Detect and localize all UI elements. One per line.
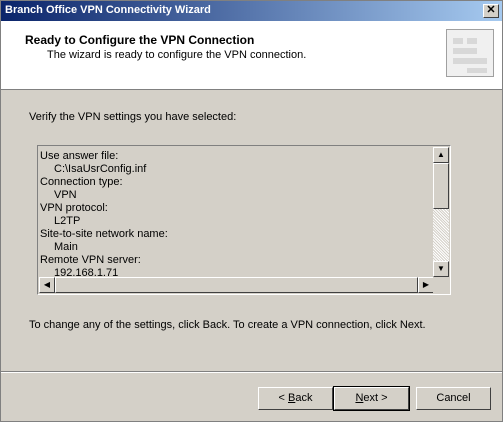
button-separator xyxy=(1,371,502,373)
scroll-left-icon[interactable]: ◀ xyxy=(39,277,55,293)
cancel-button[interactable]: Cancel xyxy=(416,387,491,410)
scroll-right-icon[interactable]: ▶ xyxy=(418,277,434,293)
hint-text: To change any of the settings, click Bac… xyxy=(29,319,426,331)
setting-line: Site-to-site network name: xyxy=(40,228,168,240)
wizard-window: Branch Office VPN Connectivity Wizard ✕ … xyxy=(0,0,503,422)
setting-line: 192.168.1.71 xyxy=(54,267,119,276)
wizard-header: Ready to Configure the VPN Connection Th… xyxy=(1,21,502,90)
setting-line: Main xyxy=(54,241,78,253)
vertical-scroll-thumb[interactable] xyxy=(433,163,449,209)
window-title: Branch Office VPN Connectivity Wizard xyxy=(5,4,211,16)
scroll-up-icon[interactable]: ▲ xyxy=(433,147,449,163)
setting-line: Connection type: xyxy=(40,176,123,188)
title-bar[interactable]: Branch Office VPN Connectivity Wizard ✕ xyxy=(1,1,502,21)
settings-list: Use answer file: C:\IsaUsrConfig.inf Con… xyxy=(40,148,434,276)
close-icon: ✕ xyxy=(486,4,496,16)
vertical-scrollbar[interactable]: ▲ ▼ xyxy=(433,147,449,277)
close-button[interactable]: ✕ xyxy=(483,4,499,18)
setting-line: L2TP xyxy=(54,215,81,227)
horizontal-scroll-thumb[interactable] xyxy=(55,277,418,293)
verify-label: Verify the VPN settings you have selecte… xyxy=(29,111,237,123)
scroll-corner xyxy=(433,277,449,293)
setting-line: Remote VPN server: xyxy=(40,254,141,266)
setting-line: VPN protocol: xyxy=(40,202,108,214)
back-button[interactable]: < Back xyxy=(258,387,333,410)
page-subtitle: The wizard is ready to configure the VPN… xyxy=(47,49,307,61)
setting-line: VPN xyxy=(54,189,77,201)
wizard-graphic-icon xyxy=(446,29,494,77)
setting-line: C:\IsaUsrConfig.inf xyxy=(54,163,147,175)
horizontal-scrollbar[interactable]: ◀ ▶ xyxy=(39,277,434,293)
page-title: Ready to Configure the VPN Connection xyxy=(25,33,255,47)
settings-listbox[interactable]: Use answer file: C:\IsaUsrConfig.inf Con… xyxy=(37,145,451,295)
scroll-down-icon[interactable]: ▼ xyxy=(433,261,449,277)
next-button[interactable]: Next > xyxy=(333,386,410,411)
setting-line: Use answer file: xyxy=(40,150,119,162)
